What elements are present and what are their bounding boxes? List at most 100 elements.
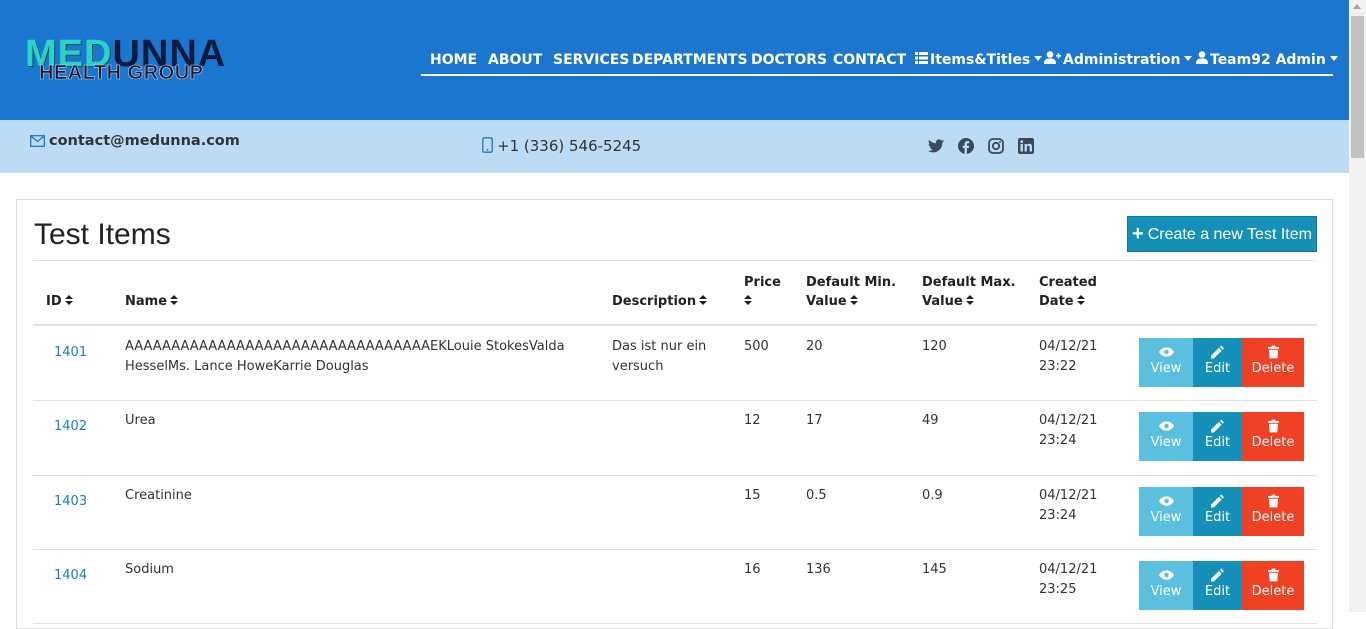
linkedin-icon[interactable] (1018, 138, 1034, 154)
contact-email[interactable]: contact@medunna.com (30, 133, 240, 149)
row-id-link[interactable]: 1403 (54, 492, 87, 512)
instagram-icon[interactable] (988, 138, 1004, 154)
column-header-default-max-value[interactable]: Default Max. Value (922, 273, 1016, 311)
row-id-link[interactable]: 1401 (54, 343, 87, 363)
contact-phone-text: +1 (336) 546-5245 (497, 137, 642, 155)
delete-button[interactable]: Delete (1242, 412, 1304, 461)
nav-account-label: Team92 Admin (1210, 52, 1326, 68)
row-default-max: 0.9 (922, 488, 943, 503)
row-default-min: 0.5 (806, 488, 827, 503)
row-name: AAAAAAAAAAAAAAAAAAAAAAAAAAAAAAAAAEKLouie… (125, 339, 565, 374)
scroll-up-arrow-icon[interactable] (1353, 4, 1361, 9)
row-default-min: 136 (806, 562, 831, 577)
column-header-created-date[interactable]: Created Date (1039, 273, 1097, 311)
edit-button[interactable]: Edit (1193, 412, 1242, 461)
column-header-price[interactable]: Price (744, 273, 781, 311)
row-default-max: 145 (922, 562, 947, 577)
facebook-icon[interactable] (958, 138, 974, 154)
row-actions: View Edit Delete (1139, 412, 1305, 461)
chevron-down-icon (1034, 56, 1043, 61)
page-title: Test Items (34, 218, 171, 251)
pencil-icon (1211, 568, 1224, 582)
row-actions: View Edit Delete (1139, 338, 1305, 387)
site-header: MEDUNNA HEALTH GROUP HOME ABOUT SERVICES… (0, 0, 1349, 120)
row-created-date: 04/12/21 23:24 (1039, 413, 1098, 448)
row-name: Urea (125, 413, 156, 428)
eye-icon (1158, 496, 1174, 506)
pencil-icon (1211, 345, 1224, 359)
sort-icon (744, 295, 752, 306)
create-test-item-button[interactable]: + Create a new Test Item (1127, 216, 1317, 252)
trash-icon (1267, 419, 1279, 433)
user-plus-icon (1044, 50, 1061, 70)
sort-icon (170, 295, 179, 306)
view-button[interactable]: View (1139, 412, 1193, 461)
table-row: 1402 Urea 12 17 49 04/12/21 23:24 View Ed… (33, 401, 1317, 476)
pencil-icon (1211, 494, 1224, 508)
nav-account-dropdown[interactable]: Team92 Admin (1196, 50, 1338, 70)
column-header-id[interactable]: ID (46, 292, 73, 311)
row-default-max: 49 (922, 413, 939, 428)
edit-button[interactable]: Edit (1193, 487, 1242, 536)
scrollbar-thumb[interactable] (1351, 16, 1364, 158)
nav-doctors[interactable]: DOCTORS (751, 50, 827, 70)
contact-bar: contact@medunna.com +1 (336) 546-5245 (0, 120, 1349, 173)
contact-email-text: contact@medunna.com (49, 133, 240, 149)
row-id-link[interactable]: 1402 (54, 417, 87, 437)
trash-icon (1267, 494, 1279, 508)
row-created-date: 04/12/21 23:24 (1039, 488, 1098, 523)
row-created-date: 04/12/21 23:22 (1039, 339, 1098, 374)
nav-about[interactable]: ABOUT (488, 50, 542, 70)
view-button[interactable]: View (1139, 338, 1193, 387)
plus-icon: + (1132, 223, 1144, 245)
column-header-description[interactable]: Description (612, 292, 708, 311)
view-button[interactable]: View (1139, 487, 1193, 536)
row-created-date: 04/12/21 23:25 (1039, 562, 1098, 597)
chevron-down-icon (1184, 56, 1193, 61)
delete-button[interactable]: Delete (1242, 338, 1304, 387)
create-test-item-label: Create a new Test Item (1147, 226, 1312, 243)
delete-button[interactable]: Delete (1242, 487, 1304, 536)
row-default-min: 17 (806, 413, 823, 428)
twitter-icon[interactable] (928, 138, 944, 154)
main-nav: HOME ABOUT SERVICES DEPARTMENTS DOCTORS … (421, 48, 1338, 76)
eye-icon (1158, 421, 1174, 431)
nav-administration-label: Administration (1063, 52, 1181, 68)
nav-services[interactable]: SERVICES (553, 50, 629, 70)
phone-icon (482, 137, 493, 153)
edit-button[interactable]: Edit (1193, 561, 1242, 610)
table-row: 1404 Sodium 16 136 145 04/12/21 23:25 Vie… (33, 549, 1317, 624)
nav-administration-dropdown[interactable]: Administration (1044, 50, 1193, 70)
user-icon (1196, 50, 1208, 70)
column-header-name[interactable]: Name (125, 292, 179, 311)
delete-button[interactable]: Delete (1242, 561, 1304, 610)
chevron-down-icon (1329, 56, 1338, 61)
trash-icon (1267, 568, 1279, 582)
column-header-default-min-value[interactable]: Default Min. Value (806, 273, 896, 311)
test-items-card: Test Items + Create a new Test Item ID Na… (16, 199, 1333, 629)
medunna-logo[interactable]: MEDUNNA HEALTH GROUP (25, 35, 315, 90)
row-price: 16 (744, 562, 761, 577)
sort-icon (849, 295, 858, 306)
row-actions: View Edit Delete (1139, 487, 1305, 536)
page-scrollbar[interactable] (1349, 0, 1366, 612)
row-default-max: 120 (922, 339, 947, 354)
logo-subtitle: HEALTH GROUP (39, 62, 204, 84)
edit-button[interactable]: Edit (1193, 338, 1242, 387)
row-actions: View Edit Delete (1139, 561, 1305, 610)
nav-home[interactable]: HOME (430, 50, 477, 70)
table-row: 1403 Creatinine 15 0.5 0.9 04/12/21 23:24… (33, 475, 1317, 550)
row-id-link[interactable]: 1404 (54, 566, 87, 586)
nav-departments[interactable]: DEPARTMENTS (632, 50, 748, 70)
contact-phone[interactable]: +1 (336) 546-5245 (482, 137, 641, 155)
trash-icon (1267, 345, 1279, 359)
nav-items-titles-dropdown[interactable]: Items&Titles (915, 50, 1043, 70)
view-button[interactable]: View (1139, 561, 1193, 610)
row-price: 12 (744, 413, 761, 428)
nav-items-titles-label: Items&Titles (930, 52, 1031, 68)
sort-icon (965, 295, 974, 306)
nav-contact[interactable]: CONTACT (833, 50, 906, 70)
row-name: Sodium (125, 562, 174, 577)
sort-icon (1076, 295, 1085, 306)
row-name: Creatinine (125, 488, 192, 503)
